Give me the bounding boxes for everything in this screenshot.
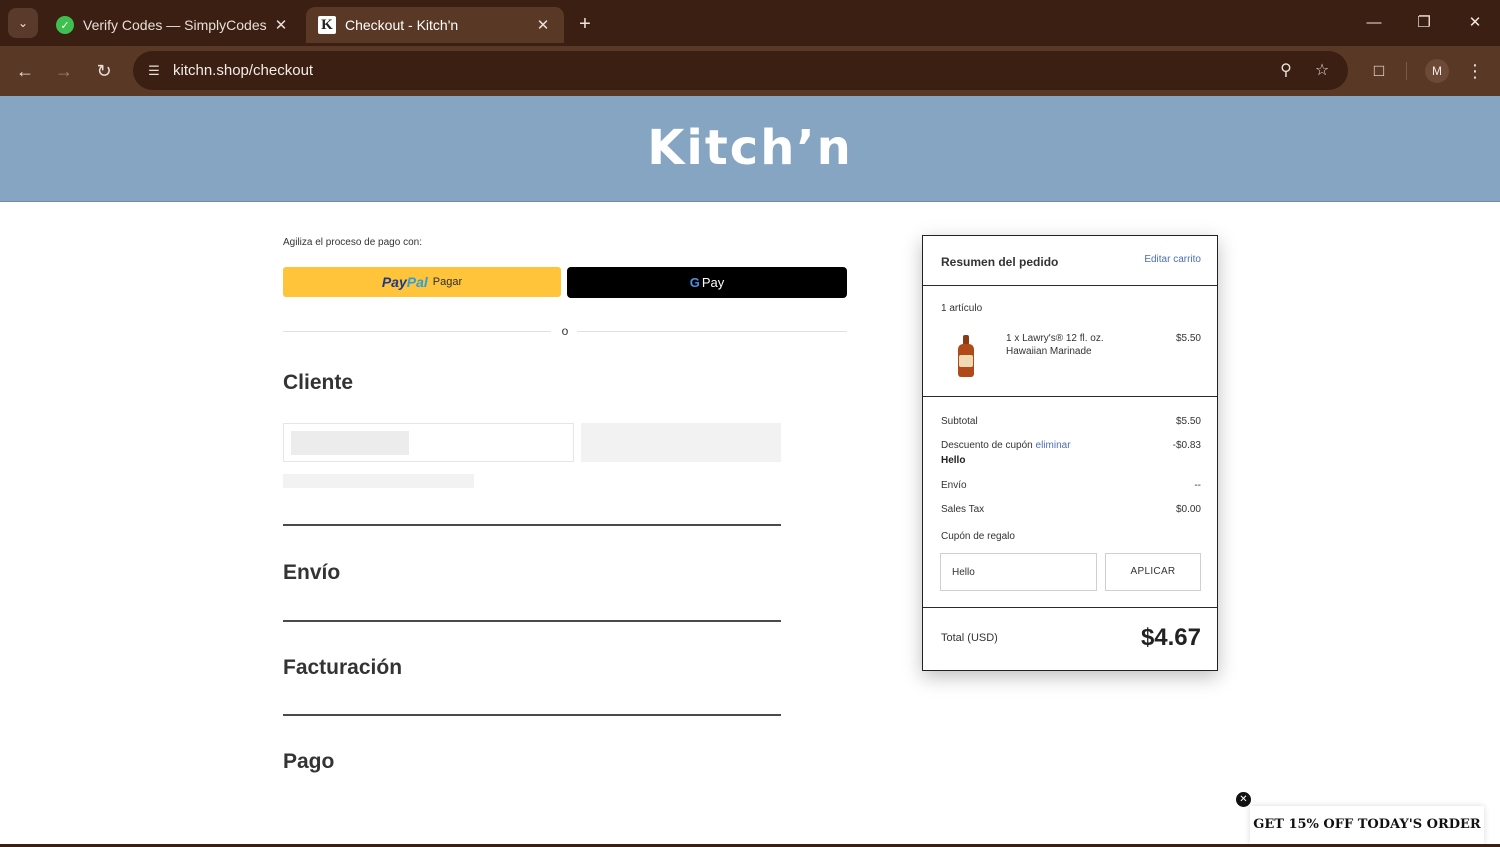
close-tab-icon[interactable]: ✕	[272, 16, 290, 34]
section-title-cliente: Cliente	[283, 371, 354, 394]
express-checkout-label: Agiliza el proceso de pago con:	[283, 237, 422, 248]
section-divider	[283, 714, 781, 716]
site-header: Kitch’n	[0, 96, 1500, 202]
more-menu-icon[interactable]: ⋮	[1464, 56, 1486, 86]
product-price: $5.50	[1175, 333, 1201, 344]
divider-left	[283, 331, 551, 332]
discount-value: -$0.83	[1172, 440, 1201, 451]
order-summary: Resumen del pedido Editar carrito 1 artí…	[922, 235, 1218, 671]
loading-placeholder	[283, 474, 474, 488]
section-title-envio: Envío	[283, 561, 341, 584]
total-value: $4.67	[1140, 624, 1201, 651]
apply-coupon-button[interactable]: APLICAR	[1105, 553, 1201, 591]
tab-title: Checkout - Kitch'n	[345, 17, 459, 33]
divider-right	[577, 331, 847, 332]
url-text[interactable]: kitchn.shop/checkout	[173, 62, 313, 79]
paypal-button[interactable]: PayPal Pagar	[283, 267, 561, 297]
email-field-loading[interactable]	[283, 423, 574, 462]
restore-icon[interactable]: ❐	[1404, 8, 1444, 38]
reload-icon[interactable]: ↻	[89, 56, 119, 86]
tab-search-chevron-icon[interactable]: ⌄	[8, 8, 38, 38]
divider-or-text: o	[561, 324, 569, 338]
product-image	[956, 335, 976, 377]
simplycodes-favicon-icon: ✓	[56, 16, 74, 34]
order-summary-title: Resumen del pedido	[941, 255, 1059, 269]
browser-tab-bar: ⌄ ✓ Verify Codes — SimplyCodes ✕ K Check…	[0, 0, 1500, 46]
item-count: 1 artículo	[941, 303, 983, 314]
address-bar[interactable]: ☰ kitchn.shop/checkout ⚲ ☆	[133, 51, 1348, 90]
close-tab-icon[interactable]: ✕	[534, 16, 552, 34]
summary-divider	[923, 607, 1217, 608]
summary-divider	[923, 396, 1217, 397]
remove-coupon-link[interactable]: eliminar	[1036, 440, 1071, 451]
back-arrow-icon[interactable]: ←	[10, 56, 40, 86]
profile-avatar[interactable]: M	[1425, 59, 1449, 83]
paypal-button-label: Pagar	[432, 276, 463, 288]
toolbar-separator	[1406, 62, 1407, 80]
tab-simplycodes[interactable]: ✓ Verify Codes — SimplyCodes ✕	[44, 7, 302, 43]
subtotal-label: Subtotal	[941, 416, 978, 427]
kitchn-logo[interactable]: Kitch’n	[0, 120, 1500, 176]
browser-toolbar: ← → ↻ ☰ kitchn.shop/checkout ⚲ ☆ □ M ⋮	[0, 46, 1500, 96]
minimize-icon[interactable]: —	[1354, 8, 1394, 38]
promo-banner[interactable]: GET 15% OFF TODAY'S ORDER	[1250, 806, 1484, 844]
coupon-code: Hello	[941, 455, 966, 466]
close-promo-icon[interactable]: ✕	[1236, 792, 1251, 807]
summary-divider	[923, 285, 1217, 286]
section-divider	[283, 524, 781, 526]
gift-coupon-label: Cupón de regalo	[941, 531, 1015, 542]
zoom-icon[interactable]: ⚲	[1275, 60, 1297, 82]
subtotal-value: $5.50	[1175, 416, 1201, 427]
bookmark-star-icon[interactable]: ☆	[1311, 60, 1333, 82]
tab-checkout[interactable]: K Checkout - Kitch'n ✕	[306, 7, 564, 43]
total-label: Total (USD)	[941, 632, 998, 644]
edit-cart-link[interactable]: Editar carrito	[1144, 254, 1201, 265]
section-divider	[283, 620, 781, 622]
google-pay-button[interactable]: G Pay	[567, 267, 847, 298]
discount-label-row: Descuento de cupón eliminar	[941, 440, 1071, 451]
extensions-puzzle-icon[interactable]: □	[1366, 56, 1392, 86]
section-title-pago: Pago	[283, 750, 335, 773]
google-g-icon: G	[689, 275, 700, 290]
section-title-facturacion: Facturación	[283, 656, 403, 679]
tax-label: Sales Tax	[941, 504, 985, 515]
forward-arrow-icon[interactable]: →	[49, 56, 79, 86]
new-tab-plus-icon[interactable]: +	[572, 11, 598, 37]
product-name: 1 x Lawry's® 12 fl. oz. Hawaiian Marinad…	[1006, 333, 1104, 357]
tab-title: Verify Codes — SimplyCodes	[83, 17, 267, 33]
continue-button-loading[interactable]	[581, 423, 781, 462]
loading-placeholder	[291, 431, 409, 455]
kitchn-favicon-icon: K	[318, 16, 336, 34]
shipping-value: --	[1194, 480, 1201, 491]
site-settings-icon[interactable]: ☰	[143, 60, 165, 82]
tax-value: $0.00	[1175, 504, 1201, 515]
paypal-logo: PayPal	[381, 274, 428, 290]
close-window-icon[interactable]: ✕	[1455, 8, 1495, 38]
shipping-label: Envío	[941, 480, 967, 491]
discount-label: Descuento de cupón	[941, 440, 1033, 451]
google-pay-label: Pay	[701, 275, 725, 290]
gift-coupon-input[interactable]: Hello	[940, 553, 1097, 591]
